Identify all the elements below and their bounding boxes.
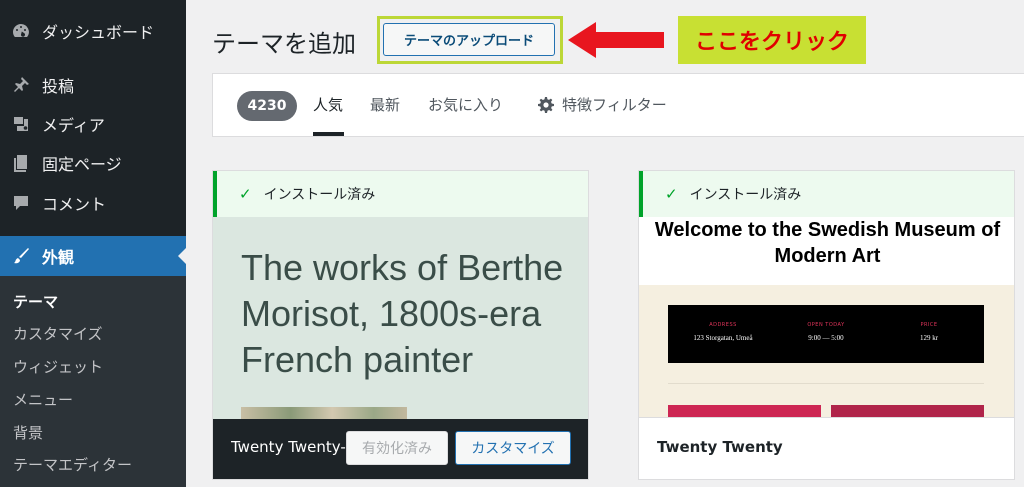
sidebar-item-label: メディア <box>42 116 105 135</box>
preview-heading: Welcome to the Swedish Museum of Modern … <box>654 219 1001 267</box>
theme-count-badge: 4230 <box>237 91 297 121</box>
museum-info-bar: ADDRESS 123 Storgatan, Umeå OPEN TODAY 9… <box>668 305 984 363</box>
sidebar-item-label: 外観 <box>42 248 75 267</box>
tab-active-underline <box>313 132 344 136</box>
submenu-item-themes[interactable]: テーマ <box>13 291 58 312</box>
dashboard-icon <box>10 20 32 42</box>
activated-button: 有効化済み <box>346 431 448 465</box>
divider <box>668 383 984 384</box>
brush-icon <box>10 245 32 267</box>
sidebar-item-pages[interactable]: 固定ページ <box>0 143 186 183</box>
sidebar-item-media[interactable]: メディア <box>0 104 186 144</box>
pages-icon <box>10 152 32 174</box>
installed-label: インストール済み <box>263 187 376 203</box>
theme-screenshot: ADDRESS 123 Storgatan, Umeå OPEN TODAY 9… <box>639 285 1014 419</box>
theme-card[interactable]: ✓ インストール済み The works of Berthe Morisot, … <box>212 170 589 480</box>
info-value: 129 kr <box>919 334 939 342</box>
installed-notice: ✓ インストール済み <box>213 171 588 217</box>
tab-latest[interactable]: 最新 <box>370 94 400 115</box>
sidebar-item-appearance[interactable]: 外観 <box>0 236 186 276</box>
tab-favorites[interactable]: お気に入り <box>428 94 503 115</box>
sidebar-item-label: コメント <box>42 195 107 214</box>
sidebar-item-dashboard[interactable]: ダッシュボード <box>0 11 186 51</box>
theme-screenshot-top: Welcome to the Swedish Museum of Modern … <box>639 217 1014 285</box>
theme-name: Twenty Twenty- <box>231 438 346 456</box>
theme-card[interactable]: ✓ インストール済み Welcome to the Swedish Museum… <box>638 170 1015 480</box>
sidebar-item-posts[interactable]: 投稿 <box>0 65 186 105</box>
submenu-item-menus[interactable]: メニュー <box>13 389 73 410</box>
submenu-item-theme-editor[interactable]: テーマエディター <box>13 454 132 475</box>
comment-icon <box>10 192 32 214</box>
submenu-item-widgets[interactable]: ウィジェット <box>13 356 103 377</box>
info-value: 9:00 — 5:00 <box>808 334 844 342</box>
check-icon: ✓ <box>665 185 678 203</box>
customize-button[interactable]: カスタマイズ <box>455 431 571 465</box>
tab-popular[interactable]: 人気 <box>313 94 343 115</box>
theme-actions-bar: Twenty Twenty- 有効化済み カスタマイズ <box>213 419 588 479</box>
info-column: ADDRESS 123 Storgatan, Umeå <box>673 322 773 342</box>
submenu-item-background[interactable]: 背景 <box>13 422 43 443</box>
submenu-item-customize[interactable]: カスタマイズ <box>13 323 103 344</box>
sidebar-item-label: 投稿 <box>42 77 75 96</box>
tab-feature-filter[interactable]: 特徴フィルター <box>562 94 667 115</box>
info-label: ADDRESS <box>709 322 737 328</box>
info-value: 123 Storgatan, Umeå <box>693 334 753 342</box>
preview-heading: The works of Berthe Morisot, 1800s-era F… <box>241 247 564 380</box>
sidebar-item-label: 固定ページ <box>42 155 122 174</box>
installed-label: インストール済み <box>689 187 802 203</box>
appearance-submenu: テーマ カスタマイズ ウィジェット メニュー 背景 テーマエディター <box>0 276 186 487</box>
red-arrow-icon <box>568 22 664 58</box>
gear-icon[interactable] <box>538 97 554 113</box>
theme-actions-bar: Twenty Twenty <box>639 417 1014 479</box>
theme-filter-bar: 4230 人気 最新 お気に入り 特徴フィルター <box>212 73 1024 137</box>
pin-icon <box>10 74 32 96</box>
sidebar-item-comments[interactable]: コメント <box>0 183 186 223</box>
info-column: PRICE 129 kr <box>879 322 979 342</box>
upload-theme-button[interactable]: テーマのアップロード <box>383 23 555 56</box>
sidebar-item-label: ダッシュボード <box>42 23 155 42</box>
click-here-callout: ここをクリック <box>678 16 866 64</box>
media-icon <box>10 113 32 135</box>
theme-name: Twenty Twenty <box>657 438 783 456</box>
admin-sidebar: ダッシュボード 投稿 メディア 固定ページ コメント 外観 テーマ カスタマイズ… <box>0 0 186 487</box>
check-icon: ✓ <box>239 185 252 203</box>
info-label: PRICE <box>920 322 938 328</box>
page-title: テーマを追加 <box>212 30 356 58</box>
info-label: OPEN TODAY <box>807 322 845 328</box>
active-indicator <box>178 248 186 264</box>
installed-notice: ✓ インストール済み <box>639 171 1014 217</box>
info-column: OPEN TODAY 9:00 — 5:00 <box>776 322 876 342</box>
